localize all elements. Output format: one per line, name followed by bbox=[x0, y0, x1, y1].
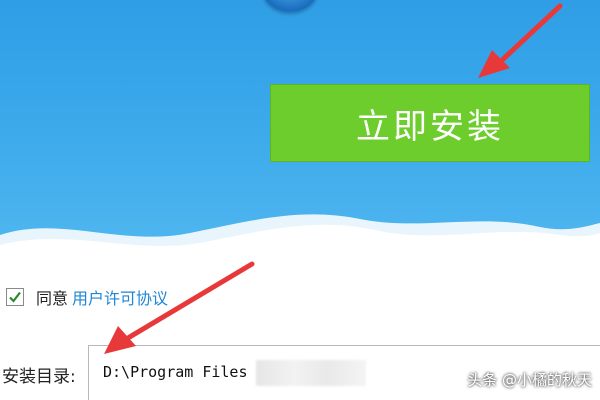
installer-window: 立即安装 同意 用户许可协议 安装目录: D:\Program Files 头条… bbox=[0, 0, 600, 400]
agree-checkbox[interactable] bbox=[6, 288, 24, 306]
license-agreement-link[interactable]: 用户许可协议 bbox=[72, 285, 168, 309]
install-dir-label: 安装目录: bbox=[2, 367, 76, 387]
agree-label: 同意 bbox=[36, 289, 69, 308]
checkmark-icon bbox=[9, 291, 21, 303]
agree-row: 同意 用户许可协议 bbox=[6, 282, 168, 312]
watermark-text: 头条 @小橘的秋天 bbox=[467, 371, 592, 389]
install-now-button[interactable]: 立即安装 bbox=[270, 84, 590, 162]
wave-decoration bbox=[0, 214, 600, 285]
blurred-region bbox=[256, 360, 366, 386]
logo-icon bbox=[262, 0, 318, 12]
